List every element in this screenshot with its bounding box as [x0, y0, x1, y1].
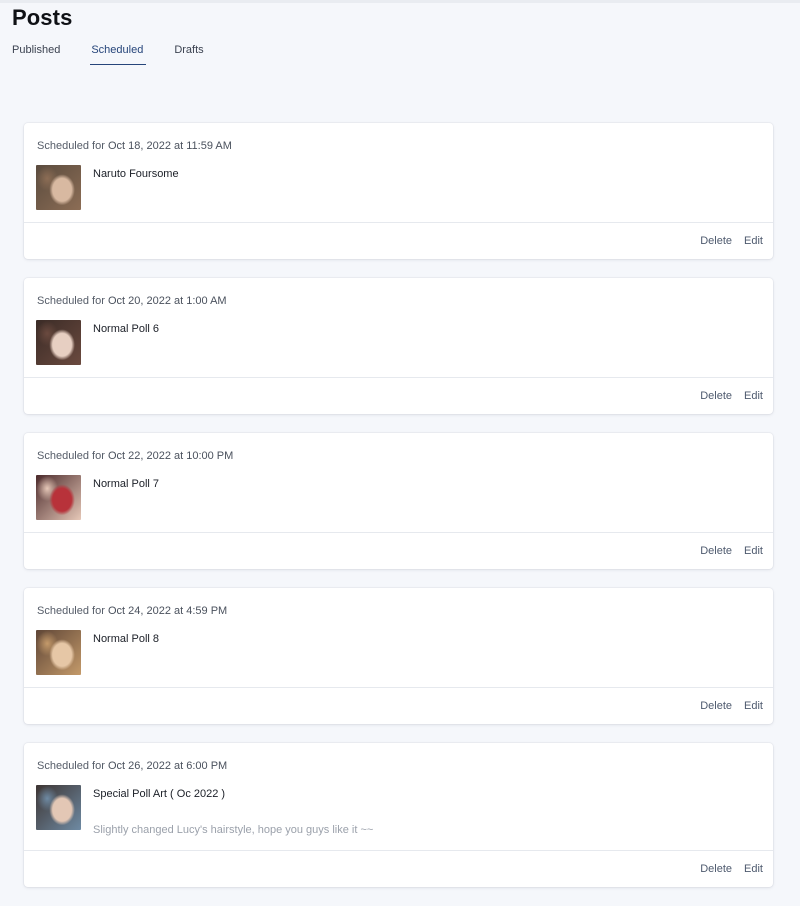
schedule-prefix: Scheduled for: [37, 605, 105, 617]
post-card: Scheduled for Oct 20, 2022 at 1:00 AM No…: [24, 278, 773, 414]
post-card-body: Scheduled for Oct 18, 2022 at 11:59 AM N…: [24, 123, 773, 223]
post-card: Scheduled for Oct 24, 2022 at 4:59 PM No…: [24, 588, 773, 724]
tab-drafts[interactable]: Drafts: [174, 44, 203, 64]
delete-button[interactable]: Delete: [700, 235, 732, 247]
schedule-date: Oct 18, 2022 at 11:59 AM: [107, 140, 232, 152]
schedule-line: Scheduled for Oct 22, 2022 at 10:00 PM: [37, 450, 233, 462]
page-title: Posts: [12, 5, 73, 30]
post-card-body: Scheduled for Oct 22, 2022 at 10:00 PM N…: [24, 433, 773, 533]
schedule-date: Oct 24, 2022 at 4:59 PM: [107, 605, 228, 617]
top-border: [0, 0, 800, 3]
post-card-actions: Delete Edit: [24, 378, 773, 414]
post-title[interactable]: Special Poll Art ( Oc 2022 ): [93, 788, 225, 800]
schedule-date: Oct 26, 2022 at 6:00 PM: [107, 760, 228, 772]
post-card-actions: Delete Edit: [24, 223, 773, 259]
post-card-body: Scheduled for Oct 24, 2022 at 4:59 PM No…: [24, 588, 773, 688]
post-title[interactable]: Naruto Foursome: [93, 168, 179, 180]
schedule-line: Scheduled for Oct 18, 2022 at 11:59 AM: [37, 140, 232, 152]
edit-button[interactable]: Edit: [744, 700, 763, 712]
post-title[interactable]: Normal Poll 7: [93, 478, 159, 490]
post-tabs: Published Scheduled Drafts: [12, 44, 235, 65]
post-card: Scheduled for Oct 22, 2022 at 10:00 PM N…: [24, 433, 773, 569]
scheduled-post-list: Scheduled for Oct 18, 2022 at 11:59 AM N…: [24, 123, 773, 906]
schedule-line: Scheduled for Oct 24, 2022 at 4:59 PM: [37, 605, 227, 617]
post-description: Slightly changed Lucy's hairstyle, hope …: [93, 824, 374, 836]
post-thumbnail[interactable]: [36, 165, 81, 210]
delete-button[interactable]: Delete: [700, 863, 732, 875]
post-thumbnail[interactable]: [36, 320, 81, 365]
post-card-body: Scheduled for Oct 20, 2022 at 1:00 AM No…: [24, 278, 773, 378]
post-card-actions: Delete Edit: [24, 851, 773, 887]
schedule-line: Scheduled for Oct 26, 2022 at 6:00 PM: [37, 760, 227, 772]
post-card-body: Scheduled for Oct 26, 2022 at 6:00 PM Sp…: [24, 743, 773, 851]
schedule-line: Scheduled for Oct 20, 2022 at 1:00 AM: [37, 295, 227, 307]
schedule-prefix: Scheduled for: [37, 295, 105, 307]
edit-button[interactable]: Edit: [744, 863, 763, 875]
schedule-date: Oct 20, 2022 at 1:00 AM: [107, 295, 227, 307]
schedule-prefix: Scheduled for: [37, 450, 105, 462]
post-thumbnail[interactable]: [36, 785, 81, 830]
tab-scheduled[interactable]: Scheduled: [90, 44, 147, 65]
edit-button[interactable]: Edit: [744, 545, 763, 557]
post-card: Scheduled for Oct 18, 2022 at 11:59 AM N…: [24, 123, 773, 259]
edit-button[interactable]: Edit: [744, 390, 763, 402]
schedule-prefix: Scheduled for: [37, 140, 105, 152]
post-title[interactable]: Normal Poll 8: [93, 633, 159, 645]
delete-button[interactable]: Delete: [700, 390, 732, 402]
post-thumbnail[interactable]: [36, 630, 81, 675]
post-card-actions: Delete Edit: [24, 533, 773, 569]
delete-button[interactable]: Delete: [700, 700, 732, 712]
delete-button[interactable]: Delete: [700, 545, 732, 557]
post-card-actions: Delete Edit: [24, 688, 773, 724]
tab-published[interactable]: Published: [12, 44, 60, 64]
post-thumbnail[interactable]: [36, 475, 81, 520]
post-title[interactable]: Normal Poll 6: [93, 323, 159, 335]
schedule-date: Oct 22, 2022 at 10:00 PM: [107, 450, 234, 462]
schedule-prefix: Scheduled for: [37, 760, 105, 772]
post-card: Scheduled for Oct 26, 2022 at 6:00 PM Sp…: [24, 743, 773, 887]
edit-button[interactable]: Edit: [744, 235, 763, 247]
